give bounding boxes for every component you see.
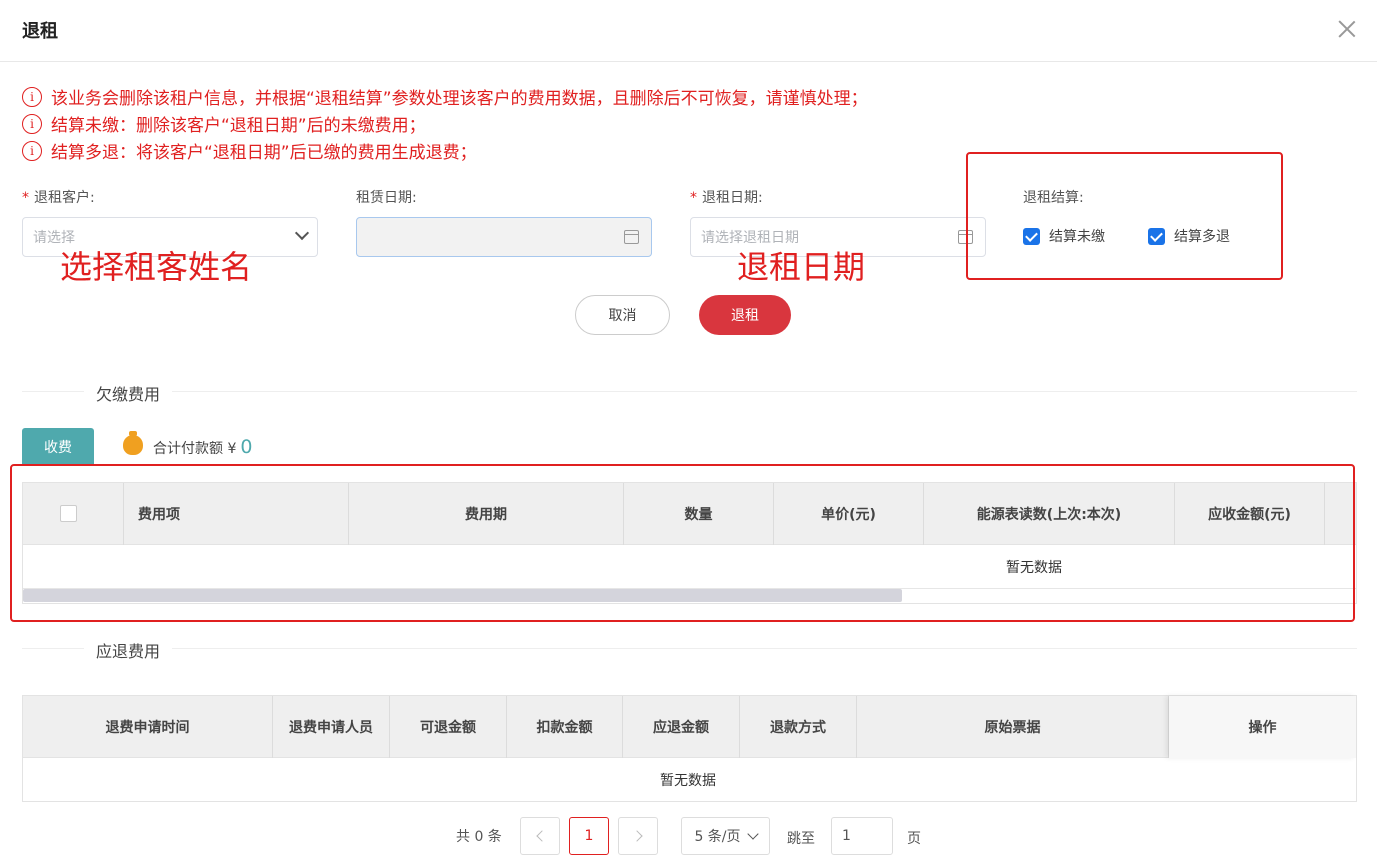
settle-overpaid-checkbox[interactable]: 结算多退 (1148, 226, 1230, 246)
info-icon: i (22, 140, 42, 161)
tenant-label: * 退租客户: (22, 187, 95, 207)
arrears-section-title: 欠缴费用 (84, 381, 173, 405)
notice-line-3: i 结算多退：将该客户“退租日期”后已缴的费用生成退费； (22, 138, 477, 163)
info-icon: i (22, 86, 42, 107)
section-divider (22, 391, 1357, 392)
goto-page-input[interactable]: 1 (831, 817, 893, 855)
notice-text: 该业务会删除该租户信息，并根据“退租结算”参数处理该客户的费用数据，且删除后不可… (51, 89, 868, 109)
checkout-date-label: * 退租日期: (690, 187, 763, 207)
checked-icon (1023, 227, 1040, 245)
table-header: 退费申请时间 退费申请人员 可退金额 扣款金额 应退金额 退款方式 原始票据 操… (23, 696, 1356, 758)
settle-unpaid-checkbox[interactable]: 结算未缴 (1023, 226, 1105, 246)
total-label: 合计付款额 ¥ (153, 441, 237, 457)
highlight-box-arrears (10, 464, 1355, 622)
tenant-label-text: 退租客户: (34, 190, 95, 206)
column-header: 可退金额 (390, 696, 507, 758)
checkout-button[interactable]: 退租 (699, 295, 791, 335)
refund-section-title: 应退费用 (84, 638, 173, 662)
dialog-title: 退租 (22, 21, 58, 42)
required-mark: * (22, 190, 29, 206)
column-header: 退费申请人员 (273, 696, 390, 758)
notice-line-1: i 该业务会删除该租户信息，并根据“退租结算”参数处理该客户的费用数据，且删除后… (22, 84, 868, 109)
lease-date-picker (356, 217, 652, 257)
notice-line-2: i 结算未缴：删除该客户“退租日期”后的未缴费用； (22, 111, 426, 136)
refund-table: 退费申请时间 退费申请人员 可退金额 扣款金额 应退金额 退款方式 原始票据 操… (22, 695, 1357, 802)
chevron-left-icon (535, 830, 548, 842)
calendar-icon (624, 230, 639, 244)
column-header: 退款方式 (740, 696, 857, 758)
page-unit-label: 页 (907, 831, 921, 847)
highlight-box-settlement (966, 152, 1283, 280)
page-size-value: 5 条/页 (694, 829, 741, 845)
column-header: 扣款金额 (507, 696, 623, 758)
total-count: 共 0 条 (456, 829, 502, 845)
required-mark: * (690, 190, 697, 206)
settle-unpaid-label: 结算未缴 (1049, 229, 1105, 245)
chevron-down-icon (746, 828, 759, 840)
section-divider (22, 648, 1357, 649)
column-header: 原始票据 (857, 696, 1169, 758)
chevron-right-icon (630, 830, 643, 842)
notice-text: 结算未缴：删除该客户“退租日期”后的未缴费用； (51, 116, 426, 136)
empty-message: 暂无数据 (660, 773, 716, 789)
checkout-date-label-text: 退租日期: (702, 190, 763, 206)
column-header: 操作 (1169, 696, 1356, 758)
cancel-button[interactable]: 取消 (575, 295, 670, 335)
next-page-button[interactable] (618, 817, 658, 855)
info-icon: i (22, 113, 42, 134)
total-amount: 0 (240, 436, 253, 458)
money-bag-icon (123, 431, 143, 455)
page-number-button[interactable]: 1 (569, 817, 609, 855)
page-size-select[interactable]: 5 条/页 (681, 817, 770, 855)
goto-label: 跳至 (787, 831, 815, 847)
collect-fee-button[interactable]: 收费 (22, 428, 94, 466)
settle-overpaid-label: 结算多退 (1174, 229, 1230, 245)
checked-icon (1148, 227, 1165, 245)
column-header: 应退金额 (623, 696, 740, 758)
chevron-down-icon (294, 225, 310, 241)
close-icon[interactable] (1336, 18, 1358, 40)
column-header: 退费申请时间 (23, 696, 273, 758)
notice-text: 结算多退：将该客户“退租日期”后已缴的费用生成退费； (51, 143, 477, 163)
dialog-header: 退租 (0, 0, 1377, 62)
annotation-tenant: 选择租客姓名 (60, 248, 253, 286)
annotation-date: 退租日期 (737, 248, 866, 286)
total-payment: 合计付款额 ¥ 0 (153, 436, 252, 458)
lease-date-label: 租赁日期: (356, 190, 417, 206)
prev-page-button[interactable] (520, 817, 560, 855)
